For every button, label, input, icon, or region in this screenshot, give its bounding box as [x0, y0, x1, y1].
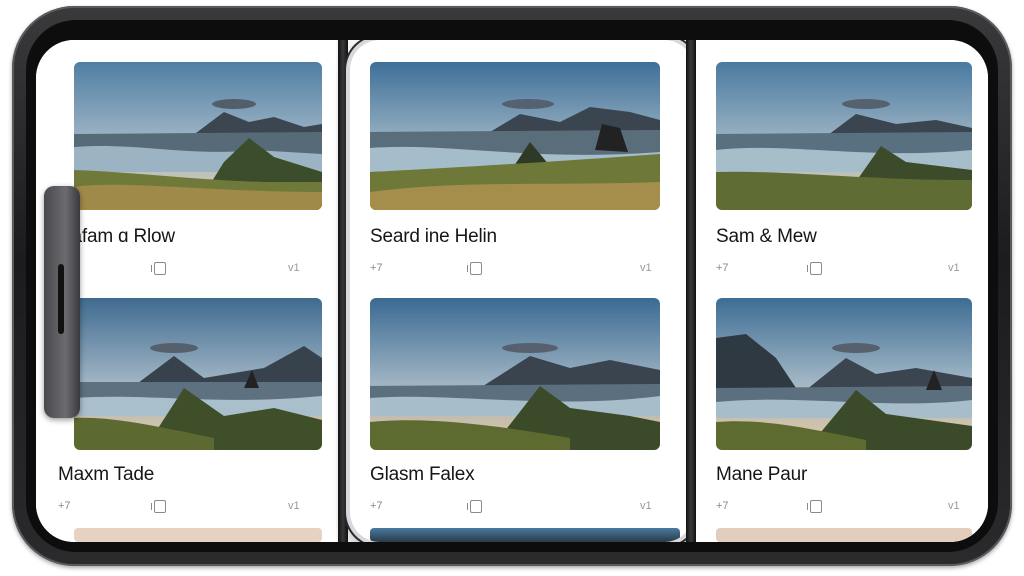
card-thumbnail[interactable] [370, 298, 660, 450]
gallery-screen: Cafam ɑ Rlow +7 v1 [36, 40, 988, 542]
card-count: +7 [370, 500, 383, 512]
card-tag: v1 [288, 500, 300, 512]
card-thumbnail[interactable] [74, 62, 322, 210]
card-thumbnail[interactable] [716, 62, 972, 210]
copy-icon[interactable] [467, 500, 482, 513]
card-title: Seard ine Helin [370, 226, 497, 247]
gallery-card[interactable]: Sam & Mew +7 v1 [696, 40, 988, 280]
handle-slot [58, 264, 64, 334]
card-title: Maxm Tade [58, 464, 155, 485]
phone-bezel: Cafam ɑ Rlow +7 v1 [26, 20, 998, 552]
gallery-card[interactable]: Glasm Falex +7 v1 [350, 280, 694, 520]
phone-frame: Cafam ɑ Rlow +7 v1 [12, 6, 1012, 566]
gallery-column-2: Seard ine Helin +7 v1 Glasm Falex +7 v1 [350, 40, 694, 542]
card-thumbnail[interactable] [370, 62, 660, 210]
card-count: +7 [716, 262, 729, 274]
column-divider [686, 40, 696, 542]
gallery-card[interactable]: Seard ine Helin +7 v1 [350, 40, 694, 280]
gallery-card[interactable]: Mane Paur +7 v1 [696, 280, 988, 520]
gallery-card[interactable]: Maxm Tade +7 v1 [36, 280, 336, 520]
card-thumbnail-partial [716, 528, 972, 542]
card-tag: v1 [948, 262, 960, 274]
column-divider [338, 40, 348, 542]
card-tag: v1 [640, 262, 652, 274]
gallery-column-3: Sam & Mew +7 v1 Mane Paur +7 v1 [696, 40, 988, 542]
card-title: Mane Paur [716, 464, 808, 485]
card-thumbnail[interactable] [74, 298, 322, 450]
gallery-card[interactable]: Cafam ɑ Rlow +7 v1 [36, 40, 336, 280]
card-count: +7 [58, 500, 71, 512]
copy-icon[interactable] [807, 262, 822, 275]
card-thumbnail-partial [74, 528, 322, 542]
copy-icon[interactable] [151, 262, 166, 275]
card-tag: v1 [288, 262, 300, 274]
card-tag: v1 [640, 500, 652, 512]
card-thumbnail-partial [370, 528, 680, 542]
gallery-column-1: Cafam ɑ Rlow +7 v1 [36, 40, 336, 542]
card-count: +7 [716, 500, 729, 512]
card-title: Glasm Falex [370, 464, 475, 485]
copy-icon[interactable] [151, 500, 166, 513]
card-thumbnail[interactable] [716, 298, 972, 450]
copy-icon[interactable] [467, 262, 482, 275]
copy-icon[interactable] [807, 500, 822, 513]
card-title: Sam & Mew [716, 226, 817, 247]
card-tag: v1 [948, 500, 960, 512]
side-drawer-handle[interactable] [44, 186, 80, 418]
card-count: +7 [370, 262, 383, 274]
